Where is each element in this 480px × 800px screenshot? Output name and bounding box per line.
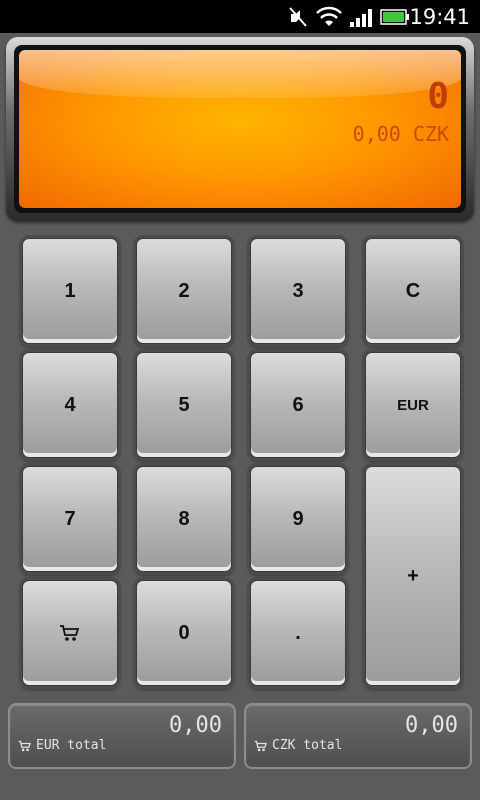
wifi-icon	[316, 6, 342, 26]
eur-total-panel: 0,00 EUR total	[10, 705, 234, 767]
display-value: 0	[427, 76, 449, 117]
eur-total-value: 0,00	[169, 713, 222, 738]
display-screen: 0 0,00 CZK	[19, 50, 461, 208]
czk-total-value: 0,00	[405, 713, 458, 738]
key-1[interactable]: 1	[22, 238, 118, 344]
czk-total-panel: 0,00 CZK total	[246, 705, 470, 767]
display-panel: 0 0,00 CZK	[6, 37, 474, 221]
signal-icon	[350, 9, 372, 27]
key-3[interactable]: 3	[250, 238, 346, 344]
key-2[interactable]: 2	[136, 238, 232, 344]
key-7[interactable]: 7	[22, 466, 118, 572]
key-4[interactable]: 4	[22, 352, 118, 458]
czk-total-label: CZK total	[272, 738, 343, 753]
key-8[interactable]: 8	[136, 466, 232, 572]
cart-icon	[60, 625, 80, 641]
status-time: 19:41	[409, 5, 470, 29]
display-converted: 0,00 CZK	[352, 122, 449, 146]
plus-button[interactable]: +	[365, 466, 461, 686]
key-5[interactable]: 5	[136, 352, 232, 458]
mute-icon	[289, 7, 307, 27]
clear-button[interactable]: C	[365, 238, 461, 344]
key-9[interactable]: 9	[250, 466, 346, 572]
currency-button[interactable]: EUR	[365, 352, 461, 458]
cart-button[interactable]	[22, 580, 118, 686]
key-6[interactable]: 6	[250, 352, 346, 458]
cart-icon	[18, 740, 31, 751]
decimal-button[interactable]: .	[250, 580, 346, 686]
eur-total-label: EUR total	[36, 738, 107, 753]
cart-icon	[254, 740, 267, 751]
status-bar: 19:41	[0, 0, 480, 33]
battery-icon	[380, 9, 409, 25]
key-0[interactable]: 0	[136, 580, 232, 686]
